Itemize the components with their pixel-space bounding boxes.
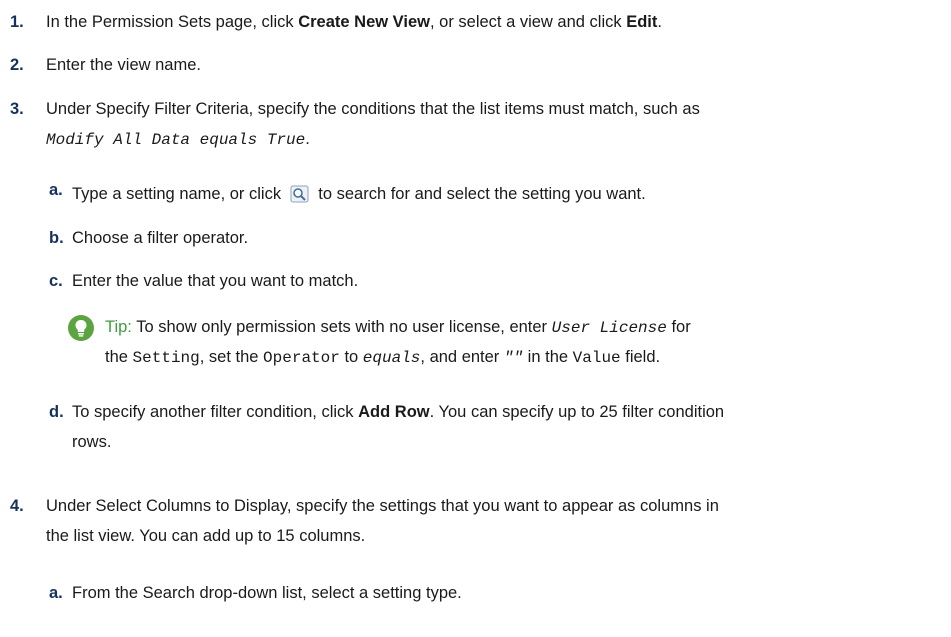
create-new-view-label: Create New View — [298, 13, 430, 31]
filter-example-code: Modify All Data equals True — [46, 131, 306, 149]
step-number: 3. — [10, 100, 24, 118]
substep-letter: d. — [49, 403, 64, 421]
substep-letter: a. — [49, 181, 63, 199]
tip-label: Tip: — [105, 318, 132, 336]
step-text: Enter the view name. — [46, 56, 201, 74]
step-text-line2: the list view. You can add up to 15 colu… — [46, 527, 366, 545]
tip-text-line2: the Setting, set the Operator to equals,… — [105, 348, 661, 367]
substep-letter: a. — [49, 584, 63, 602]
step-text: Under Specify Filter Criteria, specify t… — [46, 100, 700, 118]
step-text: In the Permission Sets page, click Creat… — [46, 13, 662, 31]
tip-text-line1: Tip: To show only permission sets with n… — [105, 318, 691, 337]
substep-text: To specify another filter condition, cli… — [72, 403, 725, 421]
step-number: 2. — [10, 56, 24, 74]
substep-letter: b. — [49, 229, 64, 247]
substep-text: Enter the value that you want to match. — [72, 272, 359, 290]
substep-text: Choose a filter operator. — [72, 229, 249, 247]
step-text-line2: Modify All Data equals True. — [46, 130, 310, 149]
substep-text: Type a setting name, or click to search … — [72, 184, 646, 203]
step-text: Under Select Columns to Display, specify… — [46, 497, 719, 515]
substep-text: From the Search drop-down list, select a… — [72, 584, 462, 602]
step-number: 1. — [10, 13, 24, 31]
substep-text-line2: rows. — [72, 433, 112, 451]
add-row-label: Add Row — [358, 403, 430, 421]
substep-letter: c. — [49, 272, 63, 290]
edit-label: Edit — [626, 13, 658, 31]
search-lookup-icon[interactable] — [290, 184, 310, 203]
step-number: 4. — [10, 497, 24, 515]
lightbulb-icon — [68, 315, 94, 341]
